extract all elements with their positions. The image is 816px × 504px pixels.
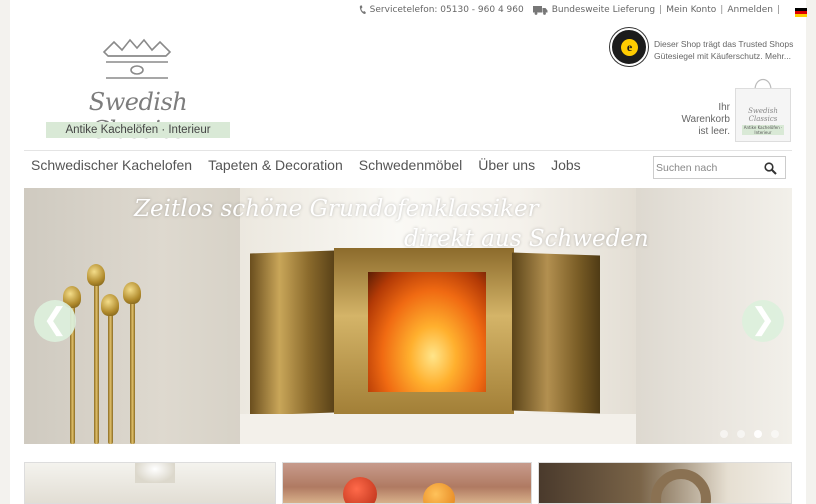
separator: | bbox=[720, 5, 724, 15]
my-account-link[interactable]: Mein Konto bbox=[666, 5, 716, 15]
nav-item-kachelofen[interactable]: Schwedischer Kachelofen bbox=[31, 157, 192, 177]
fruit-image bbox=[423, 483, 455, 503]
slider-dot[interactable] bbox=[737, 430, 745, 438]
nav-item-tapeten[interactable]: Tapeten & Decoration bbox=[208, 157, 343, 177]
stove-base bbox=[240, 414, 636, 444]
slider-pagination bbox=[720, 430, 788, 438]
stove-door-left bbox=[250, 250, 334, 416]
slide-headline: Zeitlos schöne Grundofenklassiker direkt… bbox=[134, 196, 649, 252]
teaser-tile-interior[interactable] bbox=[24, 462, 276, 504]
slider-dot-active[interactable] bbox=[754, 430, 762, 438]
fireplace-tools-image bbox=[60, 264, 150, 444]
main-navigation: Schwedischer Kachelofen Tapeten & Decora… bbox=[31, 157, 597, 177]
search-input[interactable] bbox=[654, 157, 762, 178]
german-flag-icon[interactable] bbox=[795, 8, 807, 17]
separator: | bbox=[776, 5, 780, 15]
truck-icon bbox=[532, 5, 548, 15]
page: Servicetelefon: 05130 - 960 4 960 Bundes… bbox=[10, 0, 807, 504]
trusted-shops-badge[interactable]: e Dieser Shop trägt das Trusted Shops Gü… bbox=[610, 28, 800, 68]
teaser-tile-decoration[interactable] bbox=[282, 462, 532, 504]
top-utility-bar: Servicetelefon: 05130 - 960 4 960 Bundes… bbox=[359, 3, 784, 17]
chandelier-image bbox=[135, 463, 175, 483]
header-divider bbox=[24, 150, 792, 151]
slider-next-button[interactable]: ❯ bbox=[742, 300, 784, 342]
slider-prev-button[interactable]: ❮ bbox=[34, 300, 76, 342]
slider-dot[interactable] bbox=[720, 430, 728, 438]
fire-image bbox=[368, 272, 486, 392]
crown-icon bbox=[102, 38, 172, 79]
delivery-link[interactable]: Bundesweite Lieferung bbox=[552, 5, 655, 15]
login-link[interactable]: Anmelden bbox=[727, 5, 773, 15]
nav-item-ueber-uns[interactable]: Über uns bbox=[478, 157, 535, 177]
site-logo[interactable]: Swedish Classics Antike Kachelöfen · Int… bbox=[46, 36, 230, 144]
nav-item-jobs[interactable]: Jobs bbox=[551, 157, 581, 177]
hero-slider: Zeitlos schöne Grundofenklassiker direkt… bbox=[24, 188, 792, 444]
cart-status[interactable]: Ihr Warenkorb ist leer. bbox=[678, 102, 730, 138]
stove-door-right bbox=[512, 252, 600, 414]
logo-tagline: Antike Kachelöfen · Interieur bbox=[46, 122, 230, 138]
slider-dot[interactable] bbox=[771, 430, 779, 438]
trusted-shops-text: Dieser Shop trägt das Trusted Shops Güte… bbox=[654, 39, 794, 61]
search-box bbox=[653, 156, 786, 179]
separator: | bbox=[659, 5, 663, 15]
shopping-bag-icon[interactable]: Swedish Classics Antike Kachelöfen · Int… bbox=[735, 74, 791, 142]
fruit-image bbox=[343, 477, 377, 503]
search-icon[interactable] bbox=[764, 162, 777, 175]
phone-icon bbox=[359, 5, 366, 15]
service-phone: Servicetelefon: 05130 - 960 4 960 bbox=[369, 5, 524, 15]
nav-item-moebel[interactable]: Schwedenmöbel bbox=[359, 157, 463, 177]
furniture-detail-image bbox=[651, 469, 711, 503]
trusted-shops-seal-icon: e bbox=[610, 28, 648, 66]
teaser-tile-furniture[interactable] bbox=[538, 462, 792, 504]
